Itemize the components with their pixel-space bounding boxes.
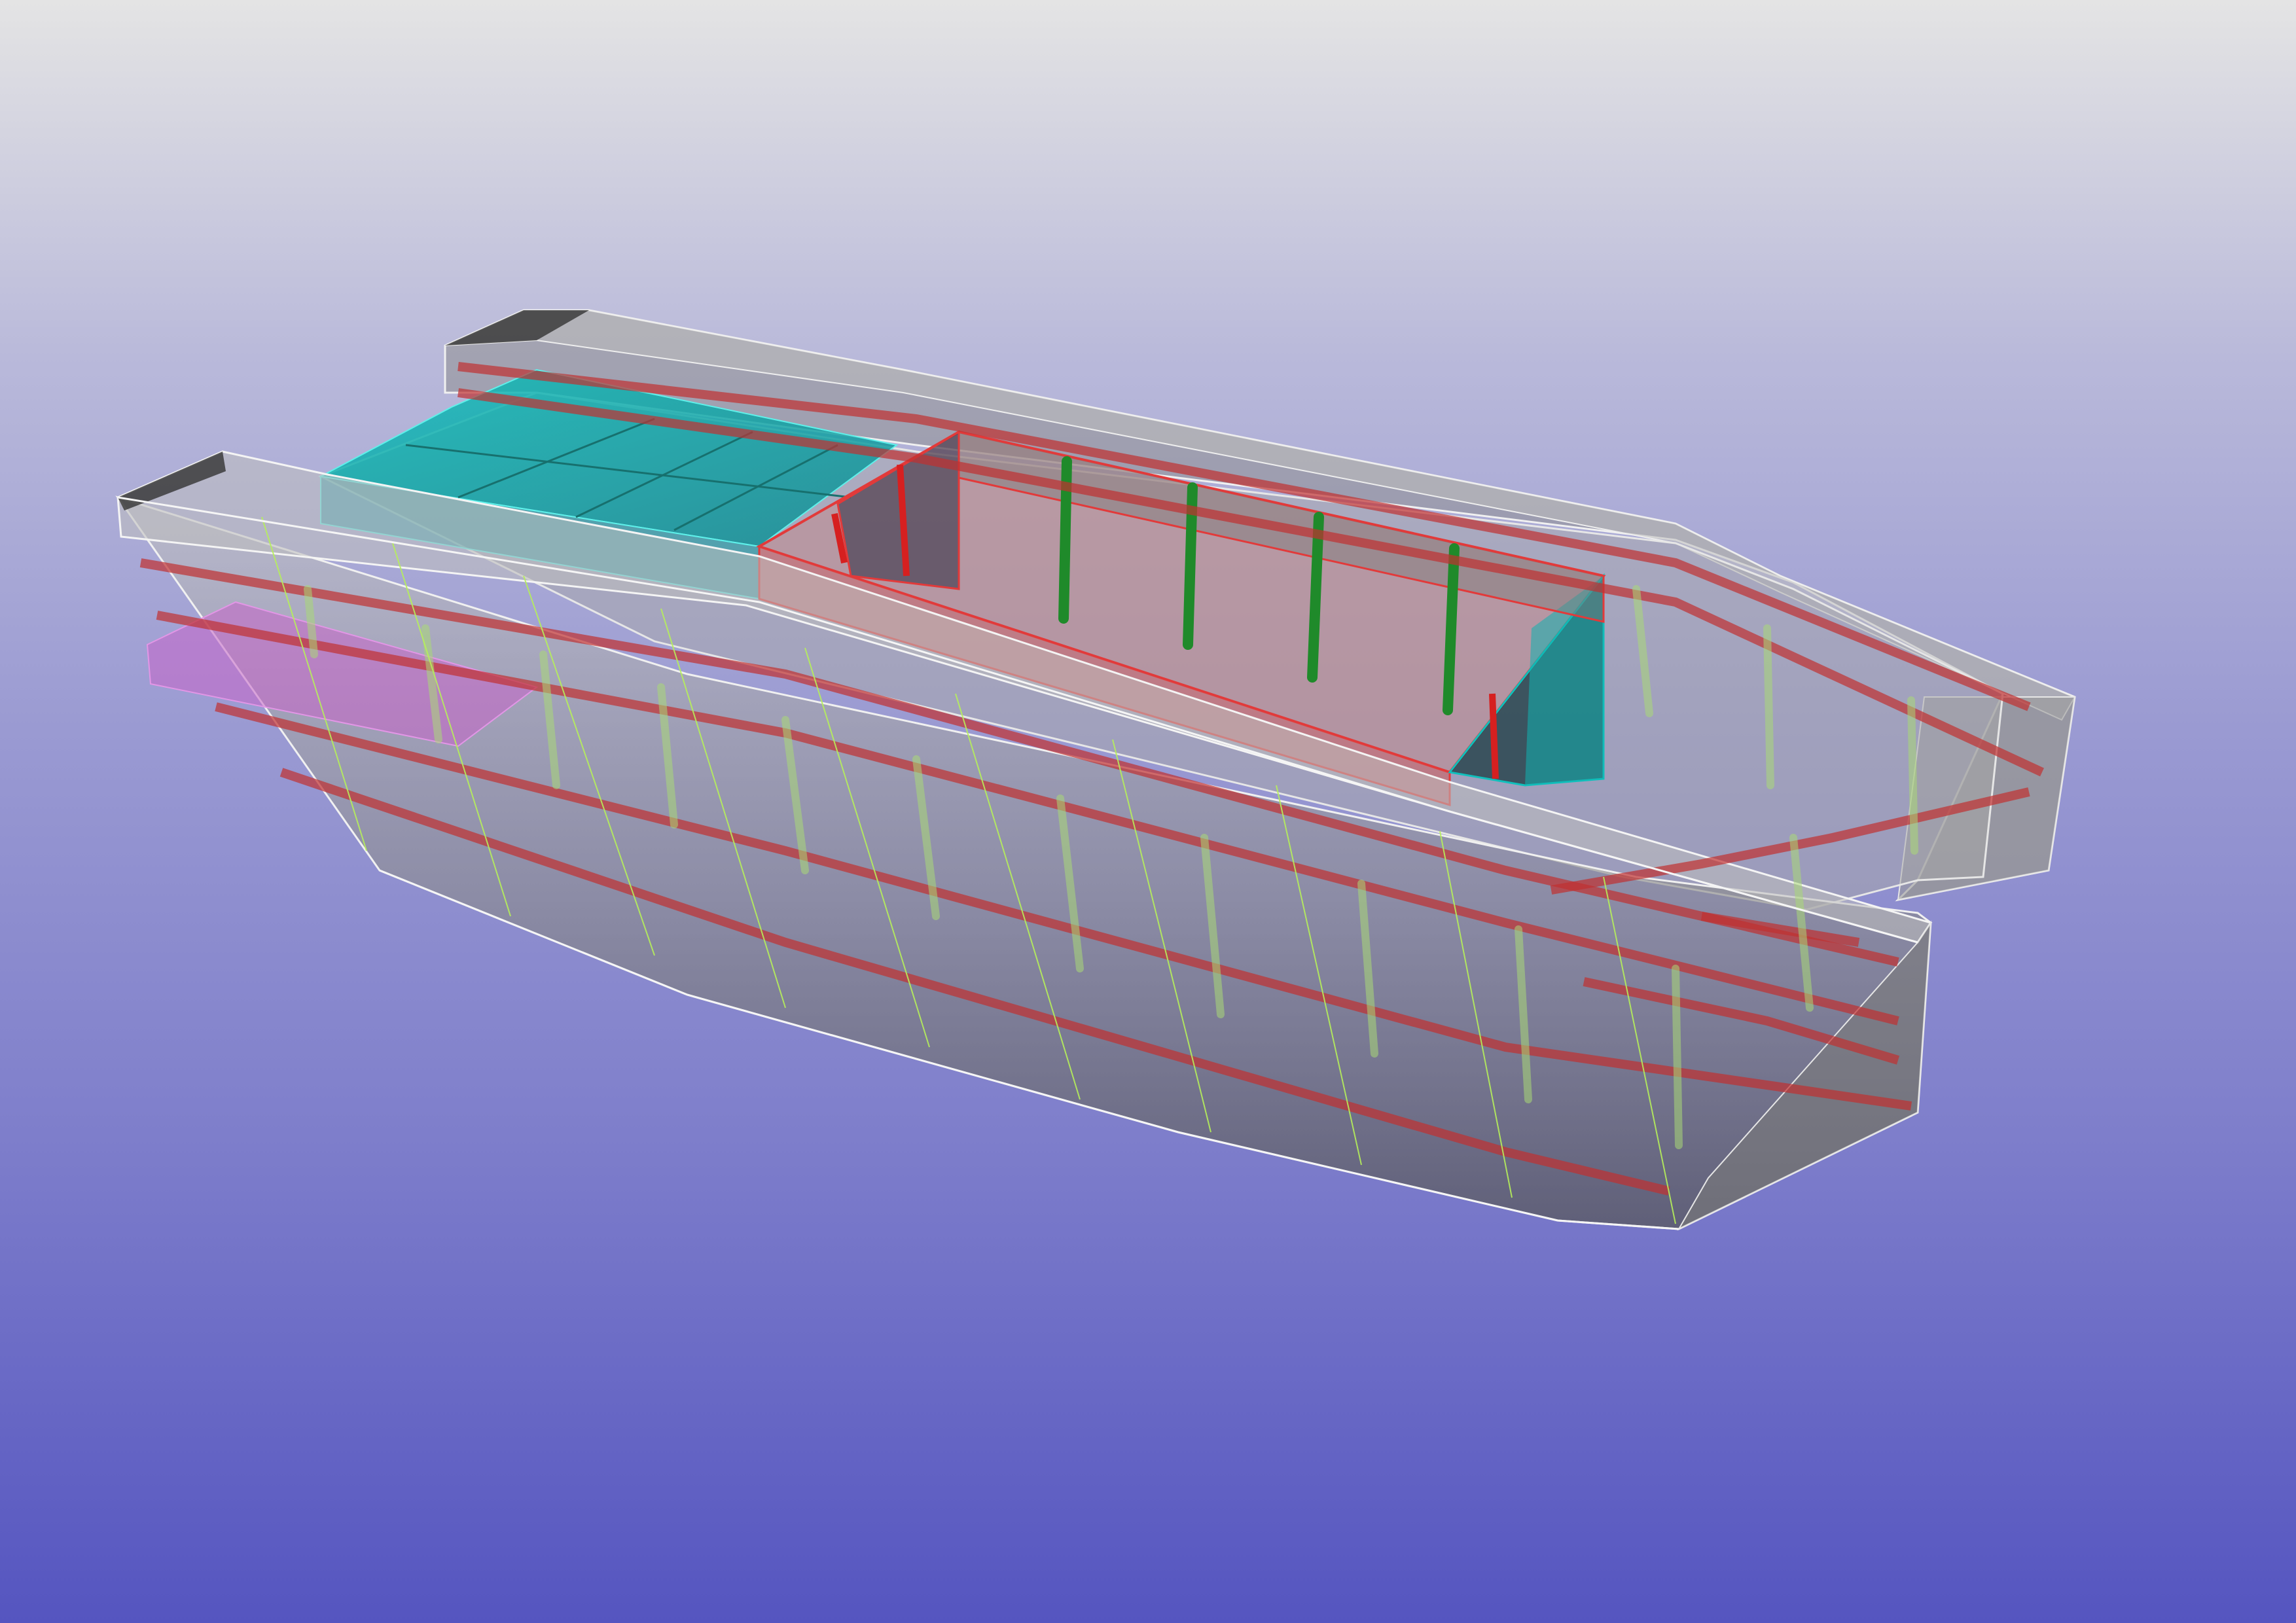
3d-viewport[interactable] xyxy=(0,0,2296,1623)
hull-model[interactable] xyxy=(0,0,2296,1623)
